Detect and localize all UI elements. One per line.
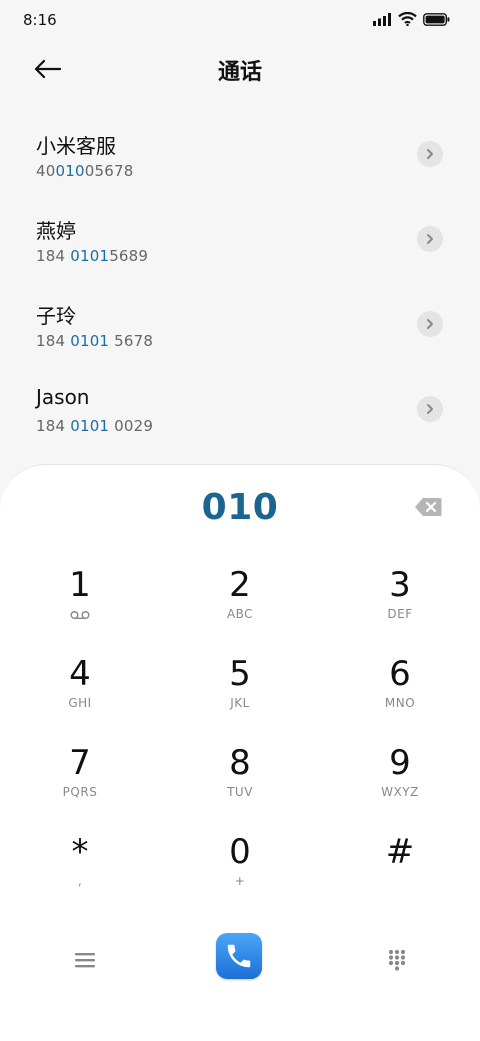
key-0[interactable]: 0 + — [160, 832, 320, 916]
page-title: 通话 — [217, 60, 262, 85]
contact-detail-button[interactable] — [417, 226, 443, 252]
key-digit: 7 — [69, 743, 91, 783]
backspace-icon[interactable] — [414, 497, 442, 517]
contact-number: 184 0101 5678 — [36, 332, 153, 350]
key-7[interactable]: 7 PQRS — [0, 743, 160, 827]
key-9[interactable]: 9 WXYZ — [320, 743, 480, 827]
key-2[interactable]: 2 ABC — [160, 565, 320, 649]
contact-number: 184 01015689 — [36, 247, 148, 265]
key-hash[interactable]: # — [320, 832, 480, 916]
number-part: 0029 — [109, 417, 154, 435]
dialed-number: 010 — [201, 487, 279, 528]
key-digit: 8 — [229, 743, 251, 783]
key-digit: 2 — [229, 565, 251, 605]
key-4[interactable]: 4 GHI — [0, 654, 160, 738]
number-match: 0101 — [70, 332, 110, 350]
number-part: 5678 — [109, 332, 154, 350]
key-6[interactable]: 6 MNO — [320, 654, 480, 738]
contact-name: Jason — [36, 385, 90, 409]
key-digit: * — [71, 832, 89, 872]
contact-item[interactable]: 燕婷 184 01015689 — [0, 197, 480, 282]
key-letters: + — [234, 874, 246, 888]
key-8[interactable]: 8 TUV — [160, 743, 320, 827]
number-match: 0101 — [70, 417, 110, 435]
wifi-icon — [398, 12, 417, 26]
chevron-right-icon — [427, 404, 433, 414]
chevron-right-icon — [427, 234, 433, 244]
status-bar: 8:16 — [0, 0, 480, 40]
key-letters: PQRS — [62, 785, 98, 799]
key-letters: WXYZ — [381, 785, 419, 799]
key-digit: 4 — [69, 654, 91, 694]
key-digit: 0 — [229, 832, 251, 872]
key-letters: DEF — [387, 607, 413, 621]
number-part: 184 — [36, 417, 71, 435]
key-digit: # — [385, 832, 415, 872]
phone-icon — [227, 944, 251, 968]
contact-name: 小米客服 — [36, 134, 116, 158]
key-letters: TUV — [227, 785, 253, 799]
number-part: 40 — [36, 162, 56, 180]
status-time: 8:16 — [23, 11, 57, 29]
key-5[interactable]: 5 JKL — [160, 654, 320, 738]
number-part: 05678 — [84, 162, 134, 180]
contact-item[interactable]: 子玲 184 0101 5678 — [0, 282, 480, 367]
signal-icon — [373, 12, 391, 26]
contact-name: 子玲 — [36, 304, 76, 328]
key-digit: 5 — [229, 654, 251, 694]
voicemail-icon — [0, 605, 160, 623]
contact-detail-button[interactable] — [417, 311, 443, 337]
contact-detail-button[interactable] — [417, 396, 443, 422]
contact-item[interactable]: Jason 184 0101 0029 — [0, 367, 480, 452]
number-part: 184 — [36, 332, 71, 350]
dialer-panel: 010 1 2 ABC 3 DEF 4 GHI 5 JKL 6 MNO 7 PQ… — [0, 464, 480, 1041]
key-1[interactable]: 1 — [0, 565, 160, 649]
chevron-right-icon — [427, 319, 433, 329]
key-digit: 9 — [389, 743, 411, 783]
key-digit: 1 — [69, 565, 91, 605]
key-digit: 3 — [389, 565, 411, 605]
bottom-action-bar — [0, 933, 480, 993]
number-part: 184 — [36, 247, 71, 265]
menu-button[interactable] — [70, 945, 100, 975]
key-digit: 6 — [389, 654, 411, 694]
key-star[interactable]: * , — [0, 832, 160, 916]
number-part: 5689 — [109, 247, 149, 265]
contact-number: 184 0101 0029 — [36, 417, 153, 435]
contact-detail-button[interactable] — [417, 141, 443, 167]
key-letters: , — [77, 874, 83, 888]
key-letters: ABC — [226, 607, 254, 621]
contact-list: 小米客服 4001005678 燕婷 184 01015689 子玲 184 0… — [0, 112, 480, 452]
number-match: 0101 — [70, 247, 110, 265]
contact-item[interactable]: 小米客服 4001005678 — [0, 112, 480, 197]
key-letters: GHI — [68, 696, 92, 710]
contact-number: 4001005678 — [36, 162, 133, 180]
key-3[interactable]: 3 DEF — [320, 565, 480, 649]
battery-icon — [423, 12, 450, 26]
call-button[interactable] — [216, 933, 262, 979]
number-match: 010 — [55, 162, 85, 180]
key-letters: JKL — [230, 696, 250, 710]
status-icons — [373, 12, 450, 26]
top-bar: 通话 — [0, 40, 480, 100]
dialpad-icon — [388, 949, 406, 971]
dialpad-toggle-button[interactable] — [382, 945, 412, 975]
contact-name: 燕婷 — [36, 219, 76, 243]
key-letters: MNO — [384, 696, 416, 710]
menu-icon — [75, 953, 95, 968]
chevron-right-icon — [427, 149, 433, 159]
